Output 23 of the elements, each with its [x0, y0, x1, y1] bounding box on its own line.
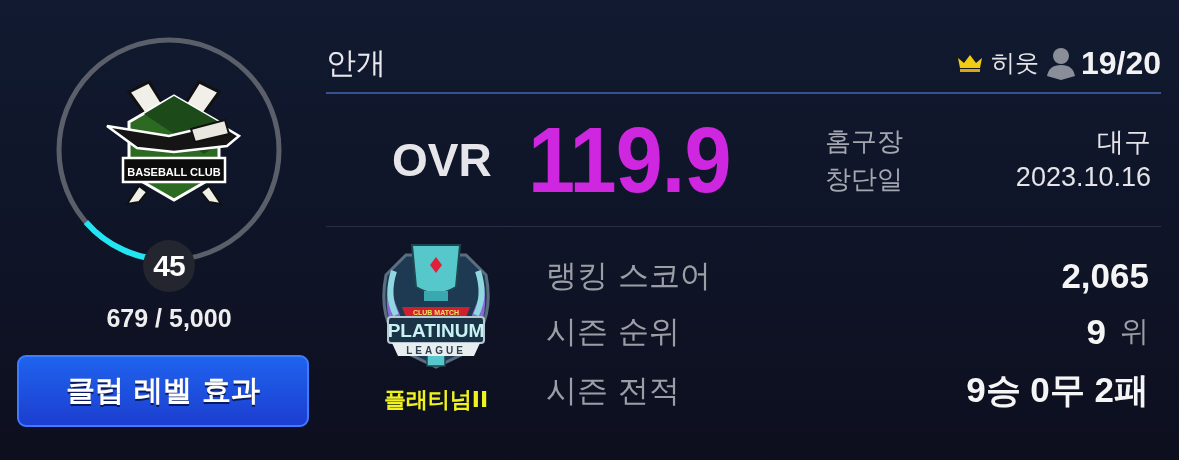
stat-value: 9 [1086, 312, 1106, 352]
ovr-value: 119.9 [527, 107, 731, 213]
club-level-effect-button[interactable]: 클럽 레벨 효과 [17, 355, 309, 427]
club-name: 안개 [326, 43, 387, 82]
info-value: 대구 [1096, 125, 1151, 159]
crown-icon [956, 54, 983, 72]
ovr-label: OVR [392, 133, 492, 187]
stat-value: 9승 0무 2패 [966, 369, 1149, 411]
info-label: 홈구장 [825, 124, 904, 158]
role-text: 히웃 [990, 48, 1039, 79]
info-value: 2023.10.16 [1014, 161, 1151, 194]
club-emblem: BASEBALL CLUB [99, 74, 249, 224]
stat-label: 시즌 순위 [546, 312, 681, 351]
stat-value: 2,065 [1061, 256, 1149, 296]
member-count: 19/20 [1080, 44, 1161, 82]
stat-unit: 위 [1120, 313, 1149, 350]
info-label: 창단일 [825, 162, 904, 196]
stat-label: 랭킹 스코어 [546, 256, 712, 295]
member-icon [1044, 46, 1077, 80]
experience-text: 679 / 5,000 [106, 304, 232, 333]
club-level-badge: 45 [143, 240, 195, 292]
stat-label: 시즌 전적 [546, 370, 681, 410]
league-tier-name: 플래티넘II [383, 386, 489, 414]
